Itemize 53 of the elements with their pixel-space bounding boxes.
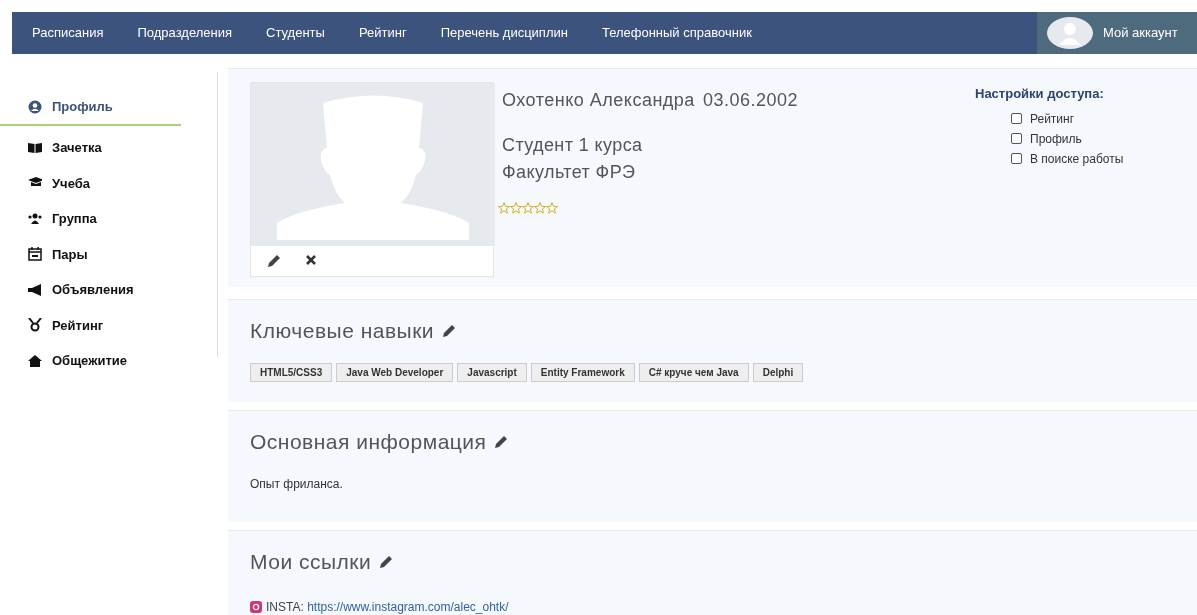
nav-link[interactable]: Телефонный справочник <box>584 23 769 43</box>
access-checkbox[interactable]: В поиске работы <box>1011 148 1175 169</box>
access-checkbox[interactable]: Рейтинг <box>1011 108 1175 129</box>
nav-link[interactable]: Рейтинг <box>341 23 424 43</box>
nav-link[interactable]: Студенты <box>249 23 342 43</box>
calendar-icon <box>28 247 42 262</box>
sidebar-item[interactable]: Общежитие <box>0 343 217 379</box>
star-icon <box>546 202 558 214</box>
pencil-icon[interactable] <box>442 323 457 338</box>
sidebar-item[interactable]: Зачетка <box>0 130 217 166</box>
faculty-text: Факультет ФРЭ <box>502 161 636 184</box>
access-settings-title: Настройки доступа: <box>975 85 1105 103</box>
skill-tag: Delphi <box>752 362 804 382</box>
sidebar-item[interactable]: Пары <box>0 236 217 272</box>
info-text: Опыт фриланса. <box>250 475 343 493</box>
skill-tag: HTML5/CSS3 <box>250 362 333 382</box>
megaphone-icon <box>28 282 42 297</box>
book-icon <box>28 140 42 155</box>
section-title: Основная информация <box>250 429 487 455</box>
sidebar-item[interactable]: Группа <box>0 201 217 237</box>
star-icon <box>498 202 510 214</box>
account-menu[interactable]: Мой аккаунт <box>1037 12 1197 54</box>
group-icon <box>28 211 42 226</box>
pencil-icon[interactable] <box>494 434 509 449</box>
link-label: INSTA: https://www.instagram.com/alec_ohtk/ <box>266 598 509 615</box>
pencil-icon[interactable] <box>267 254 281 268</box>
sidebar-item[interactable]: Учеба <box>0 165 217 201</box>
skill-tag: Entity Framework <box>530 362 635 382</box>
sidebar-item[interactable]: Профиль <box>0 90 181 126</box>
sidebar-item[interactable]: Объявления <box>0 272 217 308</box>
section-title: Ключевые навыки <box>250 318 435 344</box>
pencil-icon[interactable] <box>379 554 394 569</box>
access-checkbox[interactable]: Профиль <box>1011 128 1175 149</box>
nav-link[interactable]: Перечень дисциплин <box>423 23 585 43</box>
skill-tag: C# круче чем Java <box>638 362 749 382</box>
close-icon[interactable] <box>305 254 317 266</box>
birth-date: 03.06.2002 <box>702 89 798 112</box>
medal-icon <box>28 318 42 333</box>
nav-link[interactable]: Подразделения <box>120 23 250 43</box>
star-icon <box>534 202 546 214</box>
user-icon <box>28 100 42 114</box>
student-name: Охотенко Александра <box>502 89 695 112</box>
house-icon <box>28 353 42 368</box>
section-title: Мои ссылки <box>250 549 372 575</box>
profile-link[interactable]: https://www.instagram.com/alec_ohtk/ <box>307 599 509 614</box>
sidebar-item[interactable]: Рейтинг <box>0 307 217 343</box>
star-icon <box>510 202 522 214</box>
star-icon <box>522 202 534 214</box>
skill-tag: Java Web Developer <box>336 362 454 382</box>
nav-link[interactable]: Расписания <box>12 23 121 43</box>
avatar-icon <box>1047 17 1093 49</box>
skill-tag: Javascript <box>457 362 527 382</box>
course-text: Студент 1 курса <box>502 134 643 157</box>
